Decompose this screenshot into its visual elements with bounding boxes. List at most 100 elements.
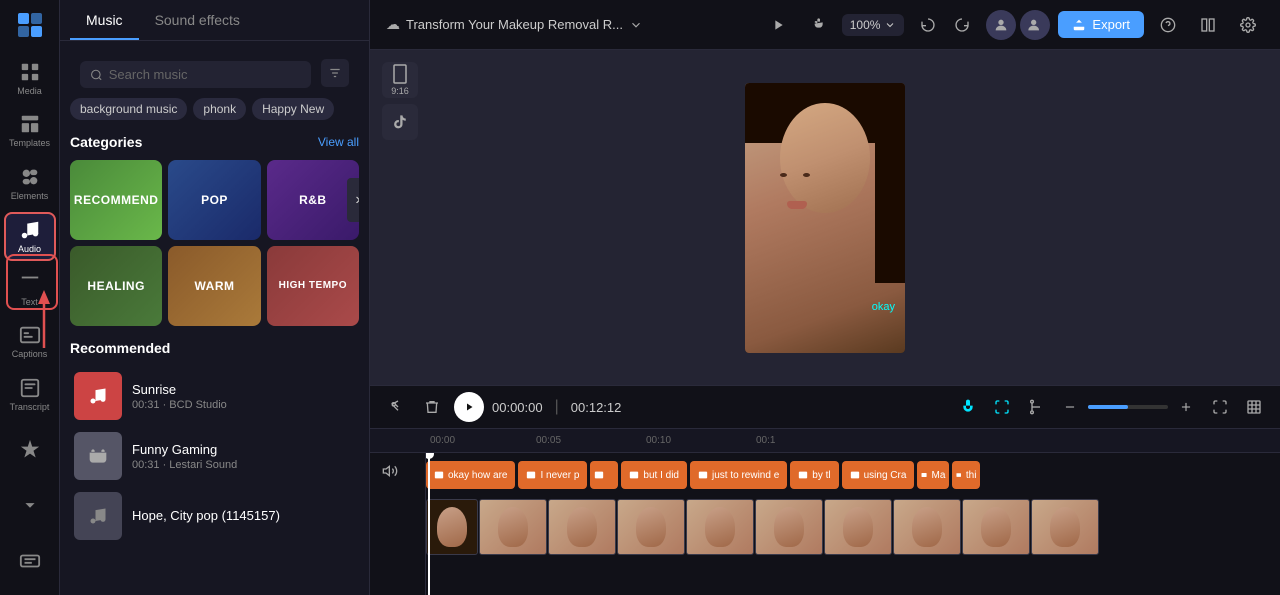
subtitle-chip-0[interactable]: okay how are xyxy=(426,461,515,489)
redo-btn[interactable] xyxy=(946,9,978,41)
music-meta-sunrise: 00:31 · BCD Studio xyxy=(132,399,355,411)
music-item-funny-gaming[interactable]: Funny Gaming 00:31 · Lestari Sound xyxy=(70,426,359,486)
video-frame-5[interactable] xyxy=(755,499,823,555)
music-name-funny-gaming: Funny Gaming xyxy=(132,442,355,457)
sidebar-item-templates[interactable]: Templates xyxy=(4,106,56,155)
face-shape xyxy=(780,103,870,213)
tiktok-btn[interactable] xyxy=(382,104,418,140)
video-frame-2[interactable] xyxy=(548,499,616,555)
split-icon xyxy=(994,399,1010,415)
trim-icon xyxy=(388,399,404,415)
zoom-in-btn[interactable] xyxy=(1172,393,1200,421)
volume-icon xyxy=(382,463,398,479)
track-labels xyxy=(370,453,426,595)
avatar-add[interactable] xyxy=(1020,10,1050,40)
music-thumb-sunrise xyxy=(74,372,122,420)
video-frame-8[interactable] xyxy=(962,499,1030,555)
sidebar-collapse-btn[interactable] xyxy=(4,479,56,531)
settings-btn[interactable] xyxy=(1232,9,1264,41)
aspect-916-btn[interactable]: 9:16 xyxy=(382,62,418,98)
video-thumb-face-7 xyxy=(912,507,942,547)
sidebar-item-captions[interactable]: Captions xyxy=(4,318,56,367)
video-frame-4[interactable] xyxy=(686,499,754,555)
delete-btn[interactable] xyxy=(418,393,446,421)
filter-button[interactable] xyxy=(321,59,349,87)
video-frame-1[interactable] xyxy=(479,499,547,555)
sidebar-item-transcript[interactable]: Transcript xyxy=(4,370,56,419)
video-frame-0[interactable] xyxy=(426,499,478,555)
total-time: 00:12:12 xyxy=(571,400,622,415)
music-name-sunrise: Sunrise xyxy=(132,382,355,397)
cut-btn[interactable] xyxy=(1022,393,1050,421)
zoom-selector[interactable]: 100% xyxy=(842,14,905,36)
category-rnb[interactable]: R&B › xyxy=(267,160,359,240)
category-healing[interactable]: HEALING xyxy=(70,246,162,326)
sidebar-item-elements[interactable]: Elements xyxy=(4,159,56,208)
volume-btn[interactable] xyxy=(374,457,406,485)
ruler-mark-2: 00:10 xyxy=(646,435,756,446)
video-frame-9[interactable] xyxy=(1031,499,1099,555)
zoom-track[interactable] xyxy=(1088,405,1168,409)
help-btn[interactable] xyxy=(1152,9,1184,41)
cc-icon-3 xyxy=(629,470,639,480)
music-item-sunrise[interactable]: Sunrise 00:31 · BCD Studio xyxy=(70,366,359,426)
video-thumb-face-8 xyxy=(981,507,1011,547)
project-name[interactable]: ☁ Transform Your Makeup Removal R... xyxy=(386,16,643,33)
subtitle-chip-1[interactable]: I never p xyxy=(518,461,587,489)
trim-btn[interactable] xyxy=(382,393,410,421)
sidebar-item-subtitles[interactable] xyxy=(4,535,56,587)
avatar-group xyxy=(986,10,1050,40)
export-button[interactable]: Export xyxy=(1058,11,1144,38)
timeline-ruler: 00:00 00:05 00:10 00:1 xyxy=(370,429,1280,453)
sidebar-item-text[interactable]: Text xyxy=(4,265,56,314)
category-pop[interactable]: POP xyxy=(168,160,260,240)
tab-music[interactable]: Music xyxy=(70,0,139,40)
video-thumb-face-3 xyxy=(636,507,666,547)
sidebar-item-stickers[interactable] xyxy=(4,423,56,475)
subtitle-chip-5[interactable]: by tl xyxy=(790,461,838,489)
project-name-chevron-icon xyxy=(629,18,643,32)
category-warm[interactable]: WARM xyxy=(168,246,260,326)
play-mode-btn[interactable] xyxy=(762,9,794,41)
tag-happy-new[interactable]: Happy New xyxy=(252,98,334,120)
cc-icon-6 xyxy=(850,470,860,480)
zoom-timeline xyxy=(1056,393,1200,421)
layout-btn[interactable] xyxy=(1192,9,1224,41)
current-time: 00:00:00 xyxy=(492,400,543,415)
video-track xyxy=(426,497,1280,557)
category-recommend[interactable]: RECOMMEND xyxy=(70,160,162,240)
subtitle-chip-3[interactable]: but I did xyxy=(621,461,687,489)
tag-phonk[interactable]: phonk xyxy=(193,98,246,120)
category-high-tempo[interactable]: HIGH TEMPO xyxy=(267,246,359,326)
zoom-out-btn[interactable] xyxy=(1056,393,1084,421)
subtitle-chip-8[interactable]: thi xyxy=(952,461,980,489)
search-input[interactable] xyxy=(109,67,301,82)
view-all-link[interactable]: View all xyxy=(318,135,359,149)
playhead[interactable] xyxy=(428,453,430,595)
categories-next-btn[interactable]: › xyxy=(347,178,359,222)
subtitle-chip-2[interactable] xyxy=(590,461,618,489)
video-thumb-face-0 xyxy=(437,507,467,547)
tag-background-music[interactable]: background music xyxy=(70,98,187,120)
video-frame-7[interactable] xyxy=(893,499,961,555)
video-frame-6[interactable] xyxy=(824,499,892,555)
help-icon xyxy=(1160,17,1176,33)
undo-btn[interactable] xyxy=(912,9,944,41)
subtitle-chip-6[interactable]: using Cra xyxy=(842,461,915,489)
play-button[interactable] xyxy=(454,392,484,422)
subtitle-chip-4[interactable]: just to rewind e xyxy=(690,461,787,489)
subtitle-track: okay how are I never p but I did xyxy=(426,457,1280,493)
video-frame-3[interactable] xyxy=(617,499,685,555)
tab-sound-effects[interactable]: Sound effects xyxy=(139,0,256,40)
split-btn[interactable] xyxy=(988,393,1016,421)
music-item-hope-city-pop[interactable]: Hope, City pop (1145157) xyxy=(70,486,359,546)
video-thumb-face-4 xyxy=(705,507,735,547)
mic-btn[interactable] xyxy=(954,393,982,421)
fit-btn[interactable] xyxy=(1240,393,1268,421)
fullscreen-btn[interactable] xyxy=(1206,393,1234,421)
sidebar-item-audio[interactable]: Audio xyxy=(4,212,56,261)
music-info-hope: Hope, City pop (1145157) xyxy=(132,508,355,525)
subtitle-chip-7[interactable]: Ma xyxy=(917,461,949,489)
sidebar-item-media[interactable]: Media xyxy=(4,54,56,103)
hand-tool-btn[interactable] xyxy=(802,9,834,41)
